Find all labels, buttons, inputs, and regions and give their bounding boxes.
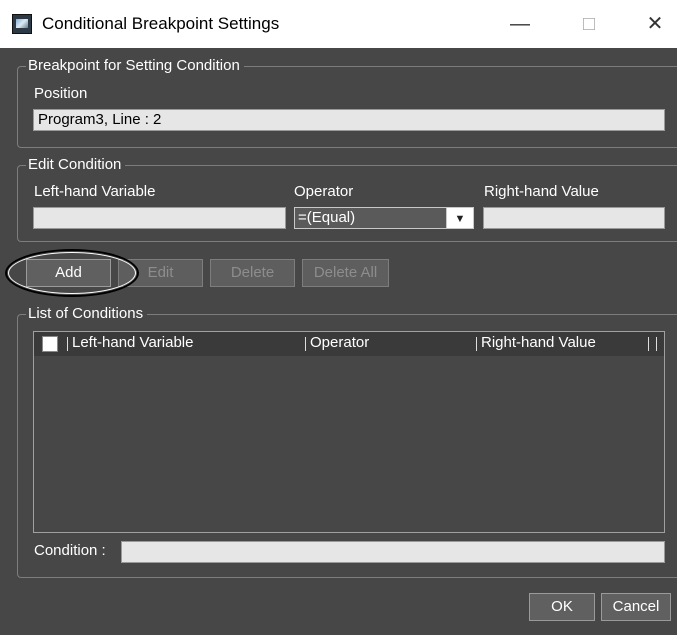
ok-button[interactable]: OK — [529, 593, 595, 621]
right-hand-value-label: Right-hand Value — [484, 183, 599, 200]
position-label: Position — [34, 85, 88, 102]
select-all-checkbox[interactable] — [42, 336, 58, 352]
column-separator[interactable] — [656, 337, 657, 351]
cancel-button[interactable]: Cancel — [601, 593, 671, 621]
dropdown-arrow-icon[interactable]: ▼ — [446, 208, 473, 228]
delete-all-button[interactable]: Delete All — [302, 259, 389, 287]
column-header-left-hand-variable[interactable]: Left-hand Variable — [72, 334, 193, 351]
left-hand-variable-input[interactable] — [33, 207, 286, 229]
condition-label: Condition : — [34, 542, 106, 559]
column-header-operator[interactable]: Operator — [310, 334, 369, 351]
close-button[interactable]: ✕ — [632, 8, 677, 40]
column-separator[interactable] — [305, 337, 306, 351]
conditions-table[interactable]: Left-hand Variable Operator Right-hand V… — [33, 331, 665, 533]
delete-button[interactable]: Delete — [210, 259, 295, 287]
edit-button[interactable]: Edit — [118, 259, 203, 287]
operator-selected-value: =(Equal) — [298, 209, 356, 226]
right-hand-value-input[interactable] — [483, 207, 665, 229]
maximize-button: □ — [582, 13, 596, 35]
breakpoint-group: Breakpoint for Setting Condition — [17, 56, 677, 148]
condition-field — [121, 541, 665, 563]
title-bar: Conditional Breakpoint Settings — □ ✕ — [0, 0, 677, 49]
column-header-right-hand-value[interactable]: Right-hand Value — [481, 334, 596, 351]
operator-select[interactable]: =(Equal) ▼ — [294, 207, 474, 229]
column-separator[interactable] — [476, 337, 477, 351]
column-separator[interactable] — [648, 337, 649, 351]
position-field: Program3, Line : 2 — [33, 109, 665, 131]
list-of-conditions-title: List of Conditions — [26, 304, 148, 324]
left-hand-variable-label: Left-hand Variable — [34, 183, 156, 200]
edit-condition-group: Edit Condition — [17, 155, 677, 242]
add-button[interactable]: Add — [26, 259, 111, 287]
app-icon — [12, 14, 32, 34]
edit-condition-group-title: Edit Condition — [26, 155, 126, 175]
minimize-button[interactable]: — — [497, 8, 543, 40]
dialog-content: Breakpoint for Setting Condition Positio… — [0, 48, 677, 635]
column-separator[interactable] — [67, 337, 68, 351]
operator-label: Operator — [294, 183, 354, 200]
table-header: Left-hand Variable Operator Right-hand V… — [34, 332, 664, 356]
breakpoint-group-title: Breakpoint for Setting Condition — [26, 56, 244, 76]
conditional-breakpoint-dialog: Conditional Breakpoint Settings — □ ✕ Br… — [0, 0, 677, 635]
window-title: Conditional Breakpoint Settings — [42, 14, 280, 33]
